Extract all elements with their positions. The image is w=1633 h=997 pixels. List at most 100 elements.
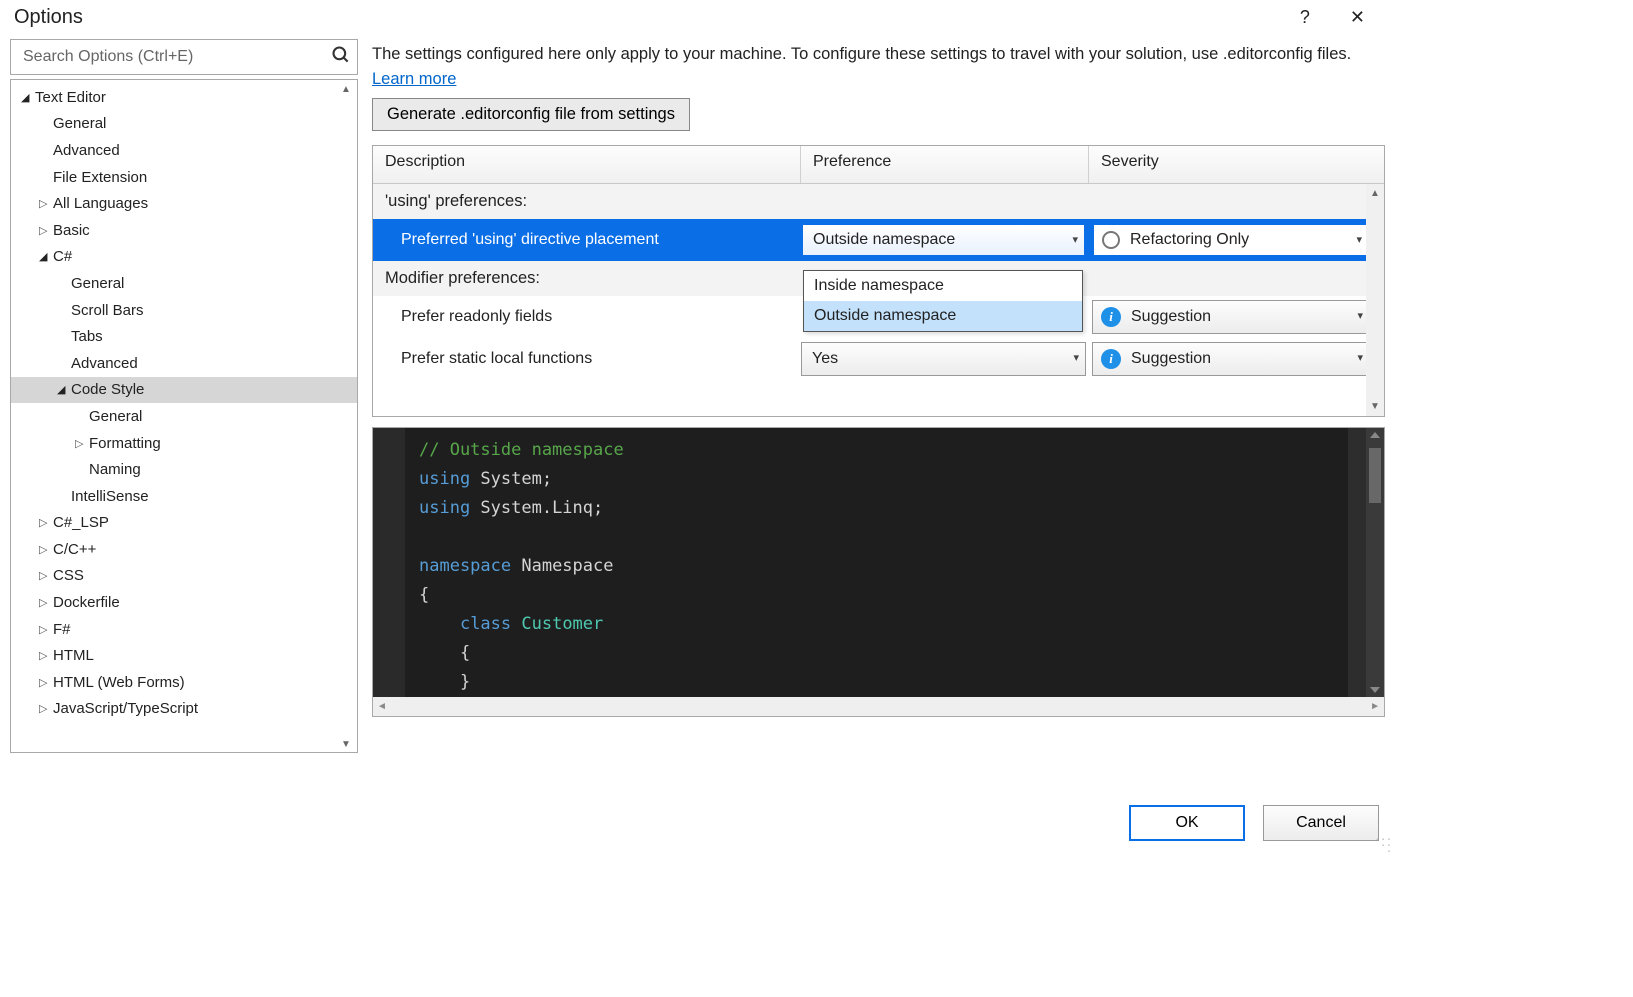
tree-item-label: Scroll Bars [71,302,144,319]
tree-item[interactable]: ▷ Formatting [11,430,357,457]
cancel-button[interactable]: Cancel [1263,805,1379,841]
tree-item-label: IntelliSense [71,488,149,505]
triangle-right-icon[interactable]: ▷ [39,224,53,237]
triangle-right-icon[interactable]: ▷ [39,543,53,556]
sev-dropdown-using[interactable]: Refactoring Only ▾ [1092,223,1370,257]
tree-item-label: Advanced [71,355,138,372]
suggestion-icon: i [1101,307,1121,327]
tree-item[interactable]: ▷ HTML [11,642,357,669]
tree-item[interactable]: Advanced [11,137,357,164]
sev-dropdown-static[interactable]: i Suggestion ▾ [1092,342,1370,376]
tree-item[interactable]: ▷ C#_LSP [11,510,357,537]
tree-item[interactable]: Tabs [11,323,357,350]
row-static-local[interactable]: Prefer static local functions Yes ▾ i Su… [373,338,1384,380]
tree-item[interactable]: ▷ CSS [11,563,357,590]
tree-item[interactable]: ◢ Text Editor [11,84,357,111]
code-vscrollbar[interactable] [1366,428,1384,697]
triangle-down-icon[interactable]: ◢ [21,91,35,104]
col-severity[interactable]: Severity [1089,146,1384,183]
code-gutter [373,428,405,697]
resize-grip[interactable]: ∙∙∙ ∙∙ ∙ [1375,835,1393,853]
tree-item[interactable]: ▷ HTML (Web Forms) [11,669,357,696]
code-minimap [1348,428,1366,697]
tree-item-label: General [89,408,142,425]
tree-item-label: C# [53,248,72,265]
tree-item-label: Dockerfile [53,594,120,611]
tree-item-label: Tabs [71,328,103,345]
tree-item-label: Formatting [89,435,161,452]
tree-item-label: Basic [53,222,90,239]
triangle-right-icon[interactable]: ▷ [39,516,53,529]
tree-item-label: General [71,275,124,292]
tree-item[interactable]: ◢ Code Style [11,377,357,404]
tree-item-label: F# [53,621,71,638]
col-description[interactable]: Description [373,146,801,183]
chevron-down-icon: ▾ [1357,309,1363,322]
info-text: The settings configured here only apply … [372,39,1385,92]
tree-item-label: File Extension [53,169,147,186]
triangle-right-icon[interactable]: ▷ [39,676,53,689]
pref-dropdown-static[interactable]: Yes ▾ [801,342,1086,376]
triangle-down-icon[interactable]: ◢ [39,250,53,263]
triangle-right-icon[interactable]: ▷ [39,702,53,715]
learn-more-link[interactable]: Learn more [372,70,456,88]
tree-item-label: Advanced [53,142,120,159]
triangle-right-icon[interactable]: ▷ [39,649,53,662]
chevron-down-icon: ▾ [1357,351,1363,364]
code-style-grid: Description Preference Severity 'using' … [372,145,1385,417]
tree-item[interactable]: General [11,403,357,430]
triangle-right-icon[interactable]: ▷ [39,596,53,609]
tree-item[interactable]: Advanced [11,350,357,377]
tree-item-label: Naming [89,461,141,478]
tree-item[interactable]: ▷ C/C++ [11,536,357,563]
search-input-wrap[interactable] [10,39,358,75]
triangle-right-icon[interactable]: ▷ [39,569,53,582]
tree-item[interactable]: File Extension [11,164,357,191]
close-icon[interactable]: ✕ [1350,7,1365,28]
search-icon[interactable] [331,45,351,69]
group-using-prefs: 'using' preferences: [373,184,1384,219]
suggestion-icon: i [1101,349,1121,369]
preference-dropdown-popup[interactable]: Inside namespace Outside namespace [803,270,1083,332]
tree-item[interactable]: ▷ Basic [11,217,357,244]
option-outside-namespace[interactable]: Outside namespace [804,301,1082,331]
search-input[interactable] [21,47,331,67]
tree-item-label: Text Editor [35,89,106,106]
sev-dropdown-readonly[interactable]: i Suggestion ▾ [1092,300,1370,334]
titlebar: Options ? ✕ [0,0,1395,39]
generate-editorconfig-button[interactable]: Generate .editorconfig file from setting… [372,98,690,131]
triangle-right-icon[interactable]: ▷ [39,623,53,636]
pref-dropdown-using[interactable]: Outside namespace ▾ [801,223,1086,257]
col-preference[interactable]: Preference [801,146,1089,183]
code-hscrollbar[interactable]: ◄► [373,697,1384,716]
tree-item[interactable]: ◢ C# [11,244,357,271]
tree-item-label: JavaScript/TypeScript [53,700,198,717]
chevron-down-icon: ▾ [1073,351,1079,364]
window-title: Options [14,6,83,29]
tree-item[interactable]: ▷ JavaScript/TypeScript [11,696,357,723]
ok-button[interactable]: OK [1129,805,1245,841]
code-preview-pane: // Outside namespace using System; using… [372,427,1385,717]
tree-item[interactable]: General [11,111,357,138]
tree-item[interactable]: ▷ F# [11,616,357,643]
triangle-right-icon[interactable]: ▷ [39,197,53,210]
option-inside-namespace[interactable]: Inside namespace [804,271,1082,301]
tree-item[interactable]: ▷ Dockerfile [11,589,357,616]
tree-scrollbar[interactable]: ▲▼ [337,84,355,750]
triangle-down-icon[interactable]: ◢ [57,383,71,396]
grid-scrollbar[interactable]: ▲▼ [1366,184,1384,416]
help-icon[interactable]: ? [1300,7,1310,28]
tree-item[interactable]: General [11,270,357,297]
tree-item[interactable]: IntelliSense [11,483,357,510]
row-using-placement[interactable]: Preferred 'using' directive placement Ou… [373,219,1384,261]
tree-item[interactable]: ▷ All Languages [11,190,357,217]
tree-item-label: C#_LSP [53,514,109,531]
refactoring-icon [1102,231,1120,249]
options-tree[interactable]: ▲▼ ◢ Text Editor General Advanced File E… [10,79,358,753]
code-preview: // Outside namespace using System; using… [405,428,1366,697]
tree-item-label: C/C++ [53,541,96,558]
chevron-down-icon: ▾ [1072,233,1078,246]
tree-item[interactable]: Scroll Bars [11,297,357,324]
tree-item[interactable]: Naming [11,456,357,483]
triangle-right-icon[interactable]: ▷ [75,437,89,450]
